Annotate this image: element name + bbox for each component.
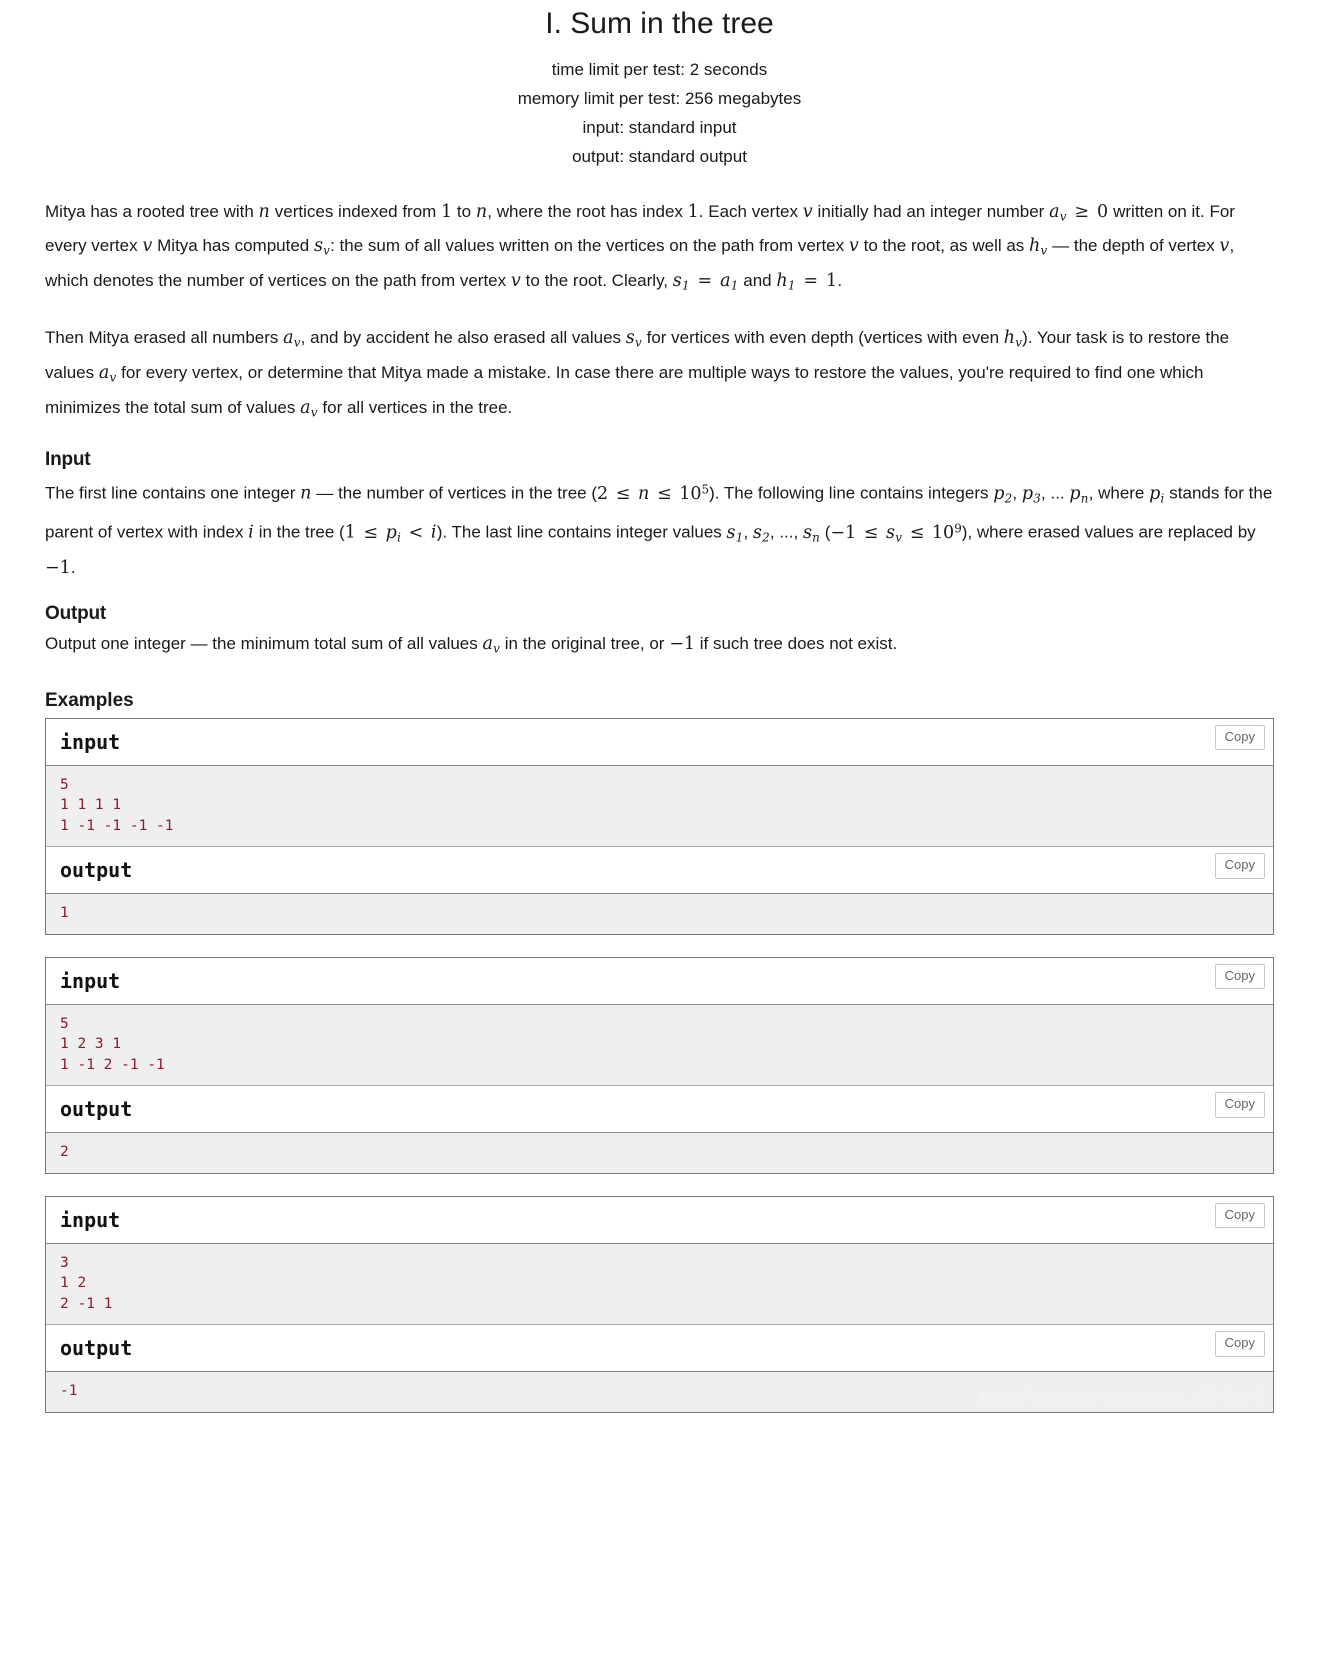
sample-input-header: input Copy (46, 1196, 1273, 1244)
math-minus-one: −1 (669, 634, 696, 655)
problem-page: I. Sum in the tree time limit per test: … (45, 0, 1274, 1413)
math-v: v (848, 236, 859, 257)
sample-input-label: input (60, 729, 121, 754)
copy-button[interactable]: Copy (1214, 963, 1265, 990)
math-pi: pi (1149, 484, 1165, 506)
math-av-ge-zero: av ≥ 0 (1049, 201, 1109, 223)
math-s1-eq-a1: s1 = a1 (672, 271, 739, 293)
statement-paragraph-2: Then Mitya erased all numbers av, and by… (45, 327, 1230, 419)
problem-header: I. Sum in the tree time limit per test: … (45, 4, 1274, 171)
math-pi-range: 1 ≤ pi < i (344, 522, 437, 545)
page-title: I. Sum in the tree (545, 7, 774, 40)
sample-input-header: input Copy (46, 957, 1273, 1005)
sample-output-label: output (60, 858, 133, 883)
input-section-heading: Input (45, 449, 91, 471)
math-one: 1 (441, 201, 453, 222)
sample-output-header: output Copy (46, 847, 1273, 895)
memory-limit: memory limit per test: 256 megabytes (517, 88, 802, 108)
sample-output-content[interactable]: 1 (46, 894, 1273, 934)
math-sv: sv (625, 327, 642, 350)
math-p2: p2 (993, 484, 1013, 506)
sample-input-content[interactable]: 5 1 2 3 1 1 -1 2 -1 -1 (46, 1004, 1273, 1087)
examples-heading: Examples (45, 689, 134, 711)
math-n: n (258, 201, 271, 222)
math-v: v (802, 201, 813, 222)
math-one: 1 (687, 201, 699, 222)
output-source: output: standard output (572, 146, 747, 166)
sample-output-header: output Copy (46, 1325, 1273, 1373)
math-n: n (475, 201, 488, 222)
math-av: av (482, 634, 501, 656)
statement-paragraph-1: Mitya has a rooted tree with n vertices … (45, 201, 1235, 293)
sample-output-label: output (60, 1336, 133, 1361)
watermark: https://blog.csdn.net/weixin_46048848 (980, 1388, 1264, 1406)
input-section-body: The first line contains one integer n — … (45, 482, 1273, 578)
copy-button[interactable]: Copy (1214, 853, 1265, 879)
input-source: input: standard input (582, 117, 737, 137)
math-i: i (248, 522, 254, 543)
problem-statement: Mitya has a rooted tree with n vertices … (45, 197, 1274, 664)
sample-input-content[interactable]: 5 1 1 1 1 1 -1 -1 -1 -1 (46, 765, 1273, 848)
math-v: v (510, 271, 521, 292)
sample-input-header: input Copy (46, 718, 1273, 766)
math-v: v (142, 236, 153, 257)
sample-test: input Copy 5 1 2 3 1 1 -1 2 -1 -1 output… (45, 956, 1274, 1174)
math-av: av (98, 362, 117, 385)
math-av: av (300, 397, 318, 419)
copy-button[interactable]: Copy (1214, 1092, 1265, 1118)
sample-output-header: output Copy (46, 1086, 1273, 1134)
output-section-body: Output one integer — the minimum total s… (45, 634, 898, 656)
math-pn: pn (1069, 484, 1089, 506)
sample-input-label: input (60, 968, 121, 993)
math-s1: s1 (726, 522, 744, 545)
math-h1-eq-1: h1 = 1 (776, 271, 838, 293)
math-n-range: 2 ≤ n ≤ 105 (597, 482, 710, 505)
sample-test: input Copy 5 1 1 1 1 1 -1 -1 -1 -1 outpu… (45, 717, 1274, 935)
math-p3: p3 (1021, 484, 1042, 506)
copy-button[interactable]: Copy (1214, 1331, 1265, 1357)
math-sv-range: −1 ≤ sv ≤ 109 (830, 521, 962, 545)
math-sn: sn (802, 522, 820, 545)
output-section-heading: Output (45, 603, 107, 625)
sample-output-content[interactable]: 2 (46, 1133, 1273, 1173)
sample-output-label: output (60, 1097, 133, 1122)
math-n: n (300, 484, 312, 505)
copy-button[interactable]: Copy (1214, 1202, 1265, 1229)
math-av: av (283, 327, 301, 350)
sample-input-content[interactable]: 3 1 2 2 -1 1 (46, 1243, 1273, 1326)
math-v: v (1219, 236, 1230, 257)
math-sv: sv (313, 236, 331, 258)
time-limit: time limit per test: 2 seconds (551, 59, 768, 79)
math-hv: hv (1029, 236, 1048, 258)
copy-button[interactable]: Copy (1214, 724, 1265, 751)
sample-test: input Copy 3 1 2 2 -1 1 output Copy -1 (45, 1195, 1274, 1413)
math-s2: s2 (752, 522, 770, 545)
math-hv: hv (1003, 327, 1023, 350)
math-minus-one: −1 (45, 557, 71, 578)
sample-input-label: input (60, 1207, 121, 1232)
